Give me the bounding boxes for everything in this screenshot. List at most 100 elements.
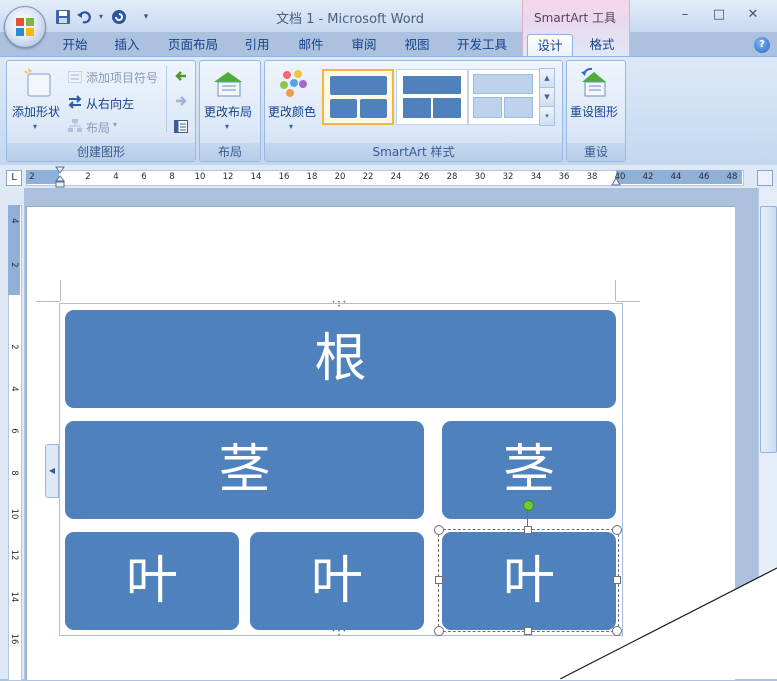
reset-graphic-icon (581, 67, 606, 97)
ruler-tick-label: 24 (390, 172, 402, 182)
ruler-tick-label: 48 (726, 172, 738, 182)
change-colors-dropdown-icon[interactable]: ▾ (289, 122, 293, 131)
gallery-scroll-up-icon[interactable]: ▲ (539, 68, 555, 88)
help-icon[interactable]: ? (754, 37, 770, 53)
customize-quick-access-icon[interactable]: ▾ (140, 8, 152, 26)
tab-insert[interactable]: 插入 (108, 34, 146, 56)
view-ruler-icon[interactable] (757, 170, 773, 186)
smartart-tools-label: SmartArt 工具 (534, 11, 616, 25)
ruler-tick-label: 34 (530, 172, 542, 182)
close-button[interactable]: ✕ (740, 4, 766, 26)
vertical-ruler-tick-label: 16 (9, 633, 19, 645)
change-layout-icon (214, 72, 242, 97)
ruler-tick-label: 46 (698, 172, 710, 182)
redo-icon[interactable] (110, 8, 128, 26)
vertical-ruler-tick-label: 14 (9, 591, 19, 603)
bullet-list-icon (68, 71, 82, 83)
change-layout-button[interactable]: 更改布局 (204, 103, 252, 120)
text-pane-icon[interactable] (174, 120, 188, 133)
save-icon[interactable] (54, 8, 72, 26)
resize-handle-corner[interactable] (434, 525, 444, 535)
ruler-tick-label: 30 (474, 172, 486, 182)
tab-page-layout[interactable]: 页面布局 (162, 34, 224, 56)
indent-marker-icon[interactable] (55, 166, 65, 188)
change-colors-icon (280, 70, 307, 97)
undo-dropdown-icon[interactable]: ▾ (96, 8, 106, 26)
vertical-ruler-tick-label: 10 (9, 508, 19, 520)
tab-design[interactable]: 设计 (527, 34, 573, 58)
resize-handle-corner[interactable] (434, 626, 444, 636)
undo-icon[interactable] (76, 8, 94, 26)
frame-top-grip[interactable]: • • • • (331, 300, 347, 310)
group-divider (166, 66, 167, 132)
tab-review[interactable]: 审阅 (345, 34, 383, 56)
smartart-node-root[interactable]: 根 (65, 310, 616, 408)
vertical-ruler-tick-label: 8 (9, 470, 19, 476)
frame-bottom-grip[interactable]: • • • • (331, 629, 347, 639)
page-curl-decoration (560, 567, 777, 679)
reset-graphic-button[interactable]: 重设图形 (570, 103, 618, 120)
margin-guide (616, 301, 640, 302)
gallery-scroll-down-icon[interactable]: ▼ (539, 87, 555, 107)
style-gallery-item-1[interactable] (322, 69, 394, 125)
rotation-handle[interactable] (523, 500, 534, 511)
tab-mailings[interactable]: 邮件 (292, 34, 330, 56)
margin-guide (36, 301, 60, 302)
add-shape-button[interactable]: 添加形状 (12, 103, 60, 120)
tab-developer[interactable]: 开发工具 (450, 34, 514, 56)
office-button[interactable] (4, 6, 46, 48)
resize-handle-edge[interactable] (524, 526, 532, 534)
ruler-tick-label: 16 (278, 172, 290, 182)
promote-icon[interactable] (174, 70, 188, 82)
style-gallery-item-2[interactable] (396, 69, 468, 125)
ruler-tick-label: 40 (614, 172, 626, 182)
layout-button[interactable]: 布局 (86, 119, 110, 136)
ruler-tick-label: 18 (306, 172, 318, 182)
ruler-tick-label: 14 (250, 172, 262, 182)
ruler-tick-label: 44 (670, 172, 682, 182)
ruler-tick-label: 2 (29, 172, 35, 182)
margin-guide (615, 280, 616, 301)
maximize-button[interactable]: □ (706, 4, 732, 26)
resize-handle-edge[interactable] (435, 576, 443, 584)
text-pane-toggle-button[interactable]: ◀ (45, 444, 59, 498)
ruler-tick-label: 8 (169, 172, 175, 182)
ruler-tick-label: 2 (85, 172, 91, 182)
org-layout-icon (68, 119, 82, 132)
gallery-more-icon[interactable]: ▾ (539, 106, 555, 126)
change-colors-button[interactable]: 更改颜色 (268, 103, 316, 120)
style-gallery-item-3[interactable] (468, 69, 540, 125)
minimize-button[interactable]: – (672, 4, 698, 26)
layout-dropdown-icon[interactable]: ▾ (113, 120, 117, 129)
ruler-tick-label: 10 (194, 172, 206, 182)
tab-format[interactable]: 格式 (582, 34, 622, 56)
add-bullet-button[interactable]: 添加项目符号 (86, 69, 158, 86)
window-title: 文档 1 - Microsoft Word (275, 12, 425, 27)
vertical-ruler-tick-label: 6 (9, 428, 19, 434)
smartart-node-leaf[interactable]: 叶 (65, 532, 239, 630)
smartart-node-leaf[interactable]: 叶 (250, 532, 424, 630)
tab-references[interactable]: 引用 (238, 34, 276, 56)
add-shape-dropdown-icon[interactable]: ▾ (33, 122, 37, 131)
ruler-tick-label: 42 (642, 172, 654, 182)
tab-selector-button[interactable]: L (6, 170, 22, 186)
resize-handle-corner[interactable] (612, 525, 622, 535)
group-label-reset: 重设 (567, 143, 625, 161)
ruler-tick-label: 6 (141, 172, 147, 182)
tab-home[interactable]: 开始 (56, 34, 94, 56)
ruler-tick-label: 20 (334, 172, 346, 182)
scrollbar-thumb[interactable] (760, 206, 777, 453)
resize-handle-edge[interactable] (524, 627, 532, 635)
group-label-layouts: 布局 (200, 143, 260, 161)
ruler-tick-label: 4 (113, 172, 119, 182)
tab-view[interactable]: 视图 (398, 34, 436, 56)
smartart-node-stem[interactable]: 茎 (65, 421, 424, 519)
group-label-create-graphic: 创建图形 (7, 143, 195, 161)
change-layout-dropdown-icon[interactable]: ▾ (225, 122, 229, 131)
ruler-tick-label: 32 (502, 172, 514, 182)
ruler-tick-label: 12 (222, 172, 234, 182)
vertical-ruler-tick-label: 2 (9, 262, 19, 268)
right-to-left-button[interactable]: 从右向左 (86, 95, 134, 112)
demote-icon[interactable] (174, 95, 188, 107)
right-to-left-icon (68, 95, 82, 109)
